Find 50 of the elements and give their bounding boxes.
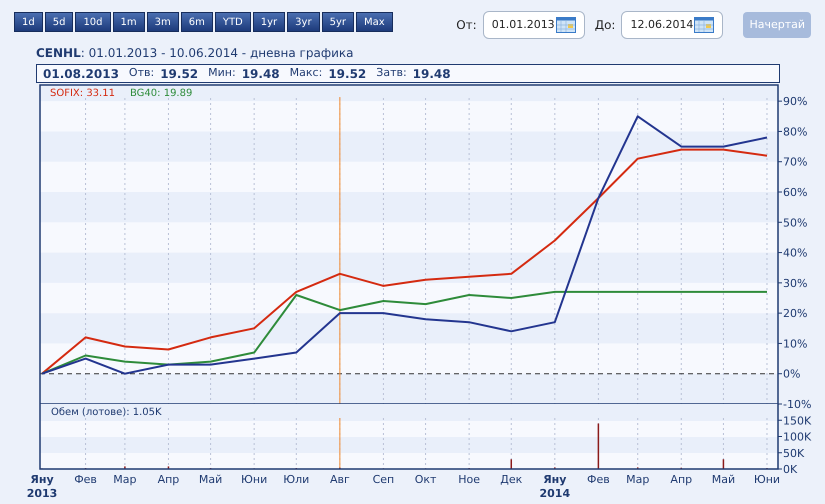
axis-label: Авг [330,473,350,486]
info-value: 19.52 [160,66,198,82]
info-label: Затв: [376,65,407,82]
info-value: 19.52 [328,66,366,82]
axis-label: 90% [783,95,808,108]
axis-label: Мар [626,473,650,486]
axis-label: 40% [783,246,808,260]
axis-label: 100K [783,430,812,444]
volume-label: Обем (лотове): 1.05K [51,407,162,418]
axis-label: 70% [783,156,808,169]
axis-label: Яну [543,473,566,486]
axis-label: Юни [754,473,780,486]
info-label: Отв: [128,65,154,82]
axis-label: Фев [587,473,610,486]
axis-label: -10% [783,398,812,411]
axis-label: Май [198,473,222,486]
axis-label: 20% [783,307,808,320]
axis-label: Мар [113,473,136,486]
axis-label: 30% [783,276,808,290]
axis-label: 50% [783,216,808,230]
axis-label: 0K [783,463,798,476]
axis-label: Апр [158,473,180,486]
axis-label: Май [712,473,736,486]
axis-label: Юни [241,473,268,486]
axis-label: 60% [783,186,808,199]
axis-label: Сеп [372,473,394,486]
axis-label: Ное [458,473,480,486]
axis-label: Фев [74,473,97,486]
axis-label: Апр [670,473,692,486]
axis-label: 50K [783,446,804,460]
info-label: Макс: [290,65,322,82]
axis-label: Юли [283,473,310,486]
year-label: 2013 [26,487,58,500]
axis-label: 0% [783,368,800,381]
legend-label: SOFIX: 33.11 [50,88,115,99]
axis-label: 10% [783,337,808,350]
info-value: 19.48 [242,66,280,82]
date-label: От: [456,17,477,34]
legend-label: BG40: 19.89 [130,88,192,99]
year-label: 2014 [540,487,570,500]
chart-title: CENHL: 01.01.2013 - 10.06.2014 - дневна графика [36,45,354,62]
info-label: Мин: [208,65,236,82]
axis-label: 80% [783,125,808,138]
axis-label: Окт [414,473,436,486]
axis-label: Яну [30,473,54,486]
info-date: 01.08.2013 [43,66,119,82]
axis-label: Дек [500,473,522,486]
axis-label: 150K [783,414,812,428]
date-label: До: [594,17,616,34]
info-value: 19.48 [412,66,451,82]
